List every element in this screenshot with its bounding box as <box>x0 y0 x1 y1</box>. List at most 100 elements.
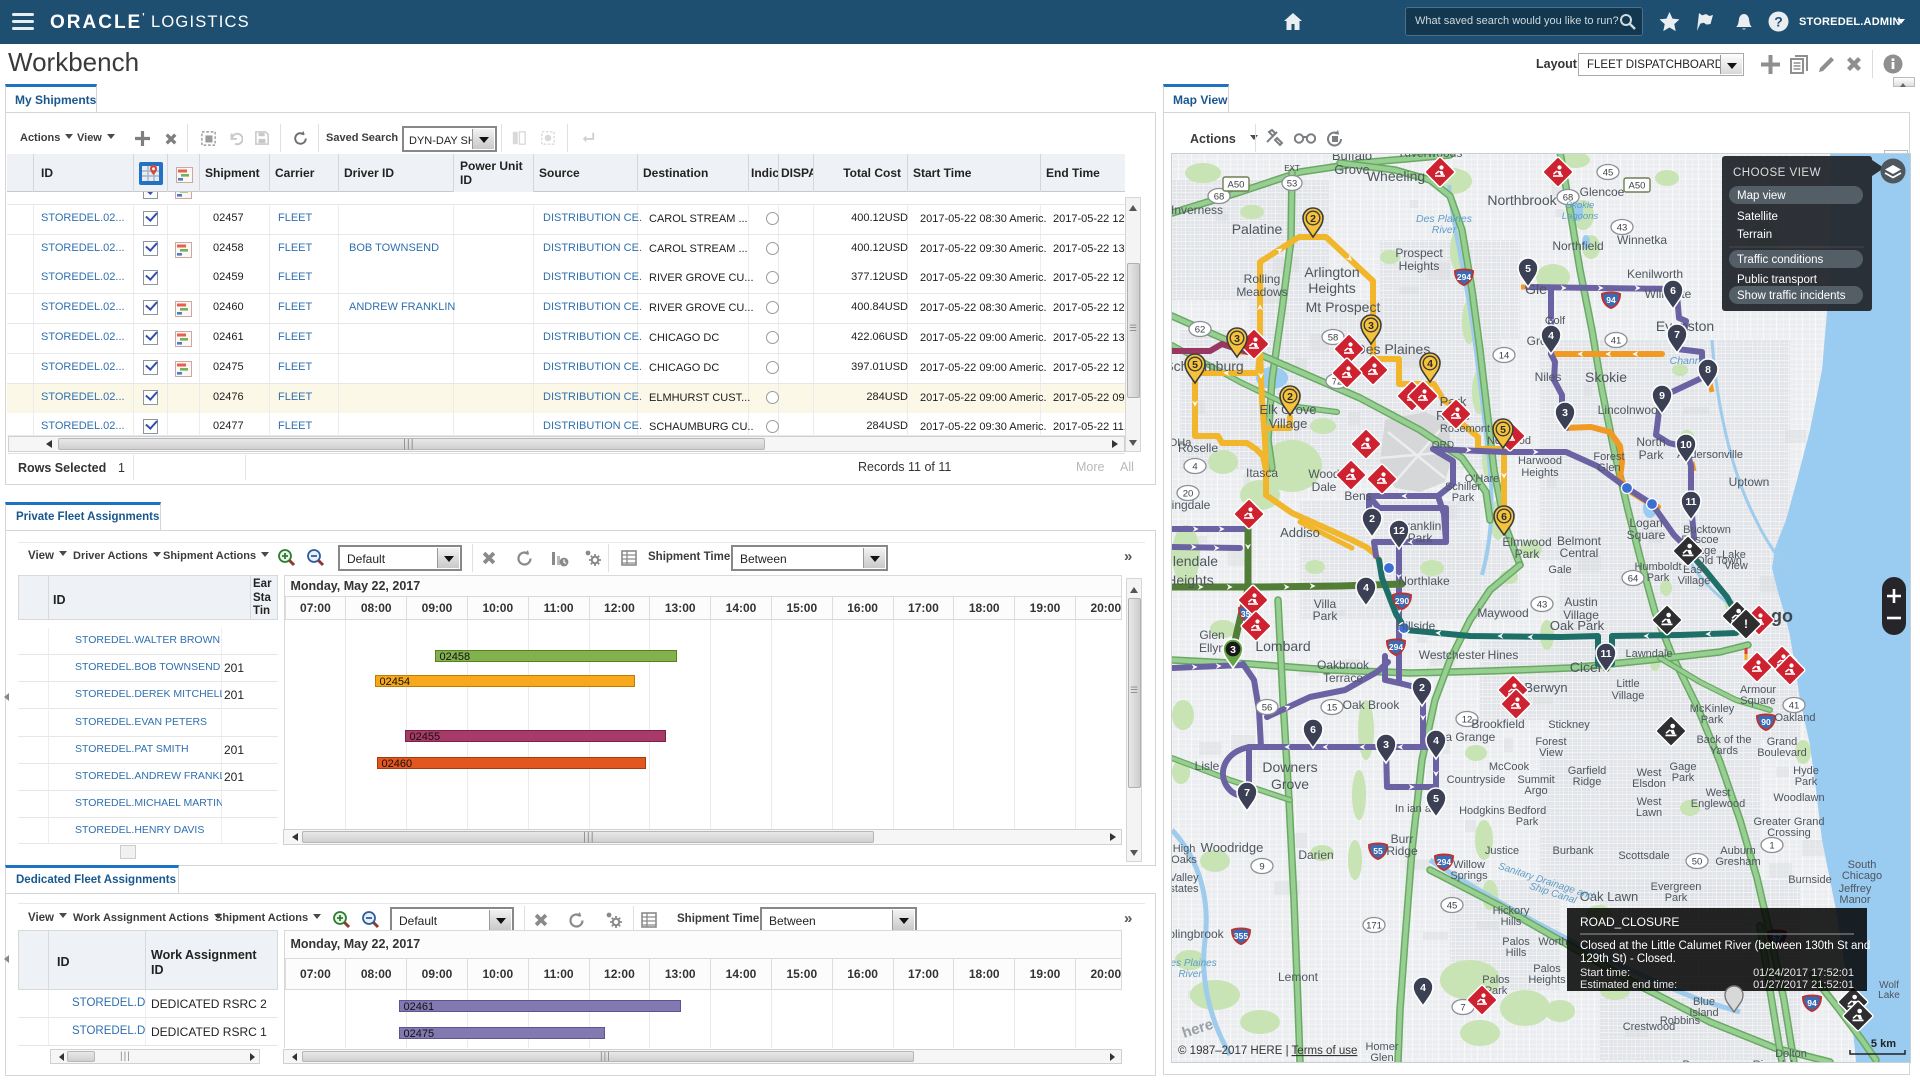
svg-text:4: 4 <box>1420 982 1426 994</box>
svg-text:55: 55 <box>1373 846 1383 856</box>
svg-text:Burnside: Burnside <box>1788 874 1831 886</box>
svg-text:64: 64 <box>1628 574 1639 585</box>
svg-text:Ridge: Ridge <box>1386 844 1418 858</box>
svg-text:Lagoons: Lagoons <box>1562 211 1599 222</box>
svg-text:Gale: Gale <box>1548 564 1571 576</box>
svg-text:Oaks: Oaks <box>1172 854 1197 866</box>
svg-text:53: 53 <box>1287 179 1298 190</box>
svg-text:Park: Park <box>1452 492 1475 504</box>
svg-text:Maywood: Maywood <box>1477 606 1528 620</box>
svg-text:River: River <box>1178 969 1202 980</box>
svg-text:CHOOSE VIEW: CHOOSE VIEW <box>1733 167 1821 179</box>
svg-text:3: 3 <box>1383 739 1389 751</box>
svg-text:294: 294 <box>1389 642 1403 652</box>
svg-text:Satellite: Satellite <box>1737 211 1778 223</box>
svg-text:Skokie: Skokie <box>1585 369 1627 385</box>
svg-text:Skokie: Skokie <box>1566 200 1595 211</box>
svg-text:5 km: 5 km <box>1871 1038 1896 1050</box>
svg-text:8: 8 <box>1705 364 1711 376</box>
svg-text:?: ? <box>1774 14 1783 30</box>
svg-text:Berwyn: Berwyn <box>1524 680 1567 695</box>
svg-text:Westchester: Westchester <box>1419 648 1485 662</box>
svg-text:Oak Brook: Oak Brook <box>1343 698 1401 712</box>
svg-text:Old Town: Old Town <box>1696 555 1742 567</box>
svg-text:Northbrook: Northbrook <box>1487 192 1557 208</box>
svg-text:Lemont: Lemont <box>1278 970 1319 984</box>
svg-text:Wheeling: Wheeling <box>1367 168 1425 184</box>
svg-text:3: 3 <box>1234 333 1240 345</box>
svg-text:41: 41 <box>1611 336 1622 347</box>
svg-text:6: 6 <box>1310 724 1316 736</box>
svg-text:Traffic conditions: Traffic conditions <box>1737 254 1824 266</box>
svg-text:Elsdon: Elsdon <box>1632 778 1666 790</box>
svg-text:6: 6 <box>1670 285 1676 297</box>
svg-text:4: 4 <box>1427 358 1433 370</box>
svg-text:Heights: Heights <box>1528 974 1566 986</box>
svg-text:La Grange: La Grange <box>1439 730 1496 744</box>
svg-text:129th St) - Closed.: 129th St) - Closed. <box>1580 953 1676 965</box>
svg-text:Bucktown: Bucktown <box>1683 524 1731 536</box>
svg-text:McCook: McCook <box>1489 761 1530 773</box>
svg-text:A50: A50 <box>1228 180 1245 191</box>
svg-text:Glencoe: Glencoe <box>1580 185 1625 199</box>
svg-text:Park: Park <box>1516 816 1539 828</box>
svg-text:olingbrook: olingbrook <box>1172 927 1225 941</box>
svg-text:5: 5 <box>1433 793 1439 805</box>
svg-text:Lincolnwood: Lincolnwood <box>1598 403 1665 417</box>
svg-text:Winnetka: Winnetka <box>1617 233 1667 247</box>
svg-text:Hines: Hines <box>1488 648 1519 662</box>
svg-text:Grove: Grove <box>1334 162 1369 177</box>
svg-text:Glendale: Glendale <box>1172 553 1218 569</box>
svg-text:50: 50 <box>1692 857 1703 868</box>
svg-text:Park: Park <box>1515 547 1541 561</box>
svg-text:ROAD_CLOSURE: ROAD_CLOSURE <box>1580 915 1679 929</box>
svg-text:Oak Park: Oak Park <box>1550 618 1605 633</box>
svg-text:Englewood: Englewood <box>1691 798 1745 810</box>
svg-text:5: 5 <box>1500 424 1506 436</box>
svg-text:Lisle: Lisle <box>1195 759 1220 773</box>
svg-text:Woodlawn: Woodlawn <box>1773 792 1824 804</box>
svg-text:56: 56 <box>1262 703 1273 714</box>
svg-text:Park: Park <box>1672 772 1695 784</box>
svg-text:3: 3 <box>1368 320 1374 332</box>
svg-text:W: W <box>1546 658 1547 660</box>
svg-text:3: 3 <box>1230 644 1236 656</box>
svg-text:Worth: Worth <box>1538 936 1567 948</box>
svg-text:Austin: Austin <box>1564 595 1597 609</box>
svg-text:Start time:: Start time: <box>1580 967 1630 979</box>
svg-text:Burbank: Burbank <box>1553 845 1594 857</box>
svg-text:5: 5 <box>1192 359 1198 371</box>
svg-text:Show traffic incidents: Show traffic incidents <box>1737 290 1846 302</box>
svg-text:Niles: Niles <box>1535 370 1562 384</box>
svg-text:294: 294 <box>1457 272 1471 282</box>
svg-text:Arlington: Arlington <box>1304 264 1359 280</box>
svg-text:Terrain: Terrain <box>1737 229 1772 241</box>
svg-text:Scottsdale: Scottsdale <box>1618 850 1669 862</box>
svg-text:A50: A50 <box>1629 181 1646 192</box>
svg-text:15: 15 <box>1327 703 1338 714</box>
svg-text:Public transport: Public transport <box>1737 274 1818 286</box>
svg-text:4: 4 <box>1433 735 1439 747</box>
svg-text:294: 294 <box>1437 857 1451 867</box>
svg-text:Park: Park <box>1665 892 1688 904</box>
svg-text:Hills: Hills <box>1506 947 1527 959</box>
svg-text:Riverdale: Riverdale <box>1753 1059 1799 1062</box>
svg-text:Little: Little <box>1616 678 1639 690</box>
svg-text:7: 7 <box>1674 329 1680 341</box>
svg-text:2: 2 <box>1419 682 1425 694</box>
svg-text:Northfield: Northfield <box>1552 239 1603 253</box>
svg-text:Argo: Argo <box>1524 785 1547 797</box>
svg-text:Central: Central <box>1560 546 1599 560</box>
svg-text:Rolling: Rolling <box>1244 272 1281 286</box>
svg-text:11: 11 <box>1600 648 1611 660</box>
svg-text:Hodgkins: Hodgkins <box>1459 805 1505 817</box>
svg-text:2: 2 <box>1287 391 1293 403</box>
svg-text:Map view: Map view <box>1737 190 1786 202</box>
svg-text:Kenilworth: Kenilworth <box>1627 267 1683 281</box>
svg-text:Estimated end time:: Estimated end time: <box>1580 979 1677 991</box>
svg-text:Yards: Yards <box>1710 745 1738 757</box>
svg-text:Crossing: Crossing <box>1767 827 1810 839</box>
svg-text:Ellyn: Ellyn <box>1199 641 1225 655</box>
svg-text:Glen: Glen <box>1199 628 1224 642</box>
svg-text:Park: Park <box>1408 531 1434 545</box>
